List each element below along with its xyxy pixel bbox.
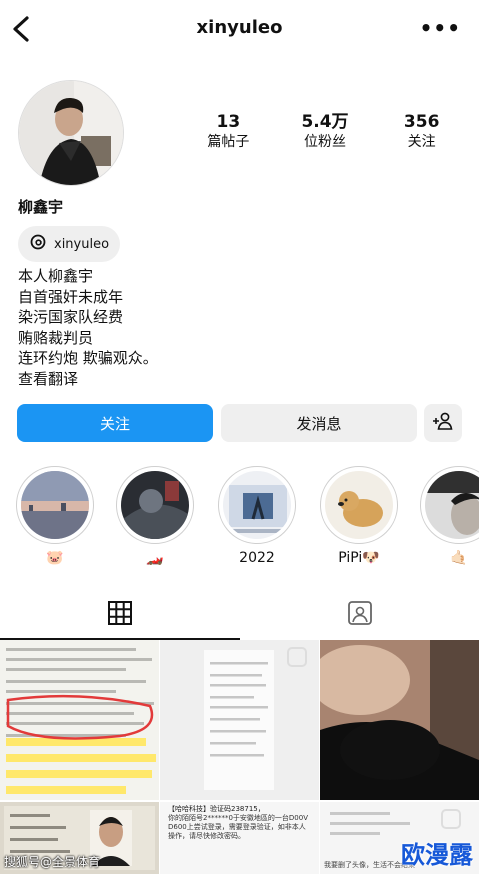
- highlight-thumbnail: [121, 471, 189, 539]
- profile-bio: 本人柳鑫宇 自首强奸未成年 染污国家队经费 贿赂裁判员 连环约炮 欺骗观众。 查…: [18, 266, 158, 389]
- profile-username: xinyuleo: [196, 17, 283, 38]
- stat-value: 13: [216, 112, 241, 132]
- follow-button[interactable]: 关注: [17, 404, 213, 442]
- grid-post[interactable]: 【哈哈科技】验证码238715， 你的陌陌号2******0于安徽地區的一台D0…: [160, 802, 319, 874]
- add-user-icon: [432, 412, 454, 434]
- message-button[interactable]: 发消息: [221, 404, 417, 442]
- story-highlight[interactable]: PiPi🐶: [320, 466, 398, 568]
- highlight-thumbnail: [425, 471, 479, 539]
- posts-grid: 【哈哈科技】验证码238715， 你的陌陌号2******0于安徽地區的一台D0…: [0, 640, 479, 874]
- grid-post[interactable]: [0, 640, 159, 800]
- profile-stats: 13 篇帖子 5.4万 位粉丝 356 关注: [180, 112, 470, 152]
- story-highlight[interactable]: 🤙🏻: [420, 466, 479, 568]
- bio-line: 连环约炮 欺骗观众。: [18, 349, 158, 367]
- bio-line: 自首强奸未成年: [18, 287, 124, 306]
- highlight-thumbnail: [325, 471, 393, 539]
- grid-post[interactable]: [160, 640, 319, 800]
- stat-label: 篇帖子: [207, 134, 250, 150]
- threads-badge[interactable]: xinyuleo: [18, 226, 120, 262]
- bio-line: 本人柳鑫宇: [18, 267, 94, 285]
- grid-icon: [107, 600, 133, 630]
- tab-tagged[interactable]: [240, 590, 479, 640]
- highlight-caption: 🤙🏻: [450, 550, 468, 566]
- highlight-thumbnail: [223, 471, 291, 539]
- stat-value: 356: [403, 112, 440, 132]
- story-highlight[interactable]: 2022: [218, 466, 296, 568]
- profile-tabs: [0, 590, 479, 640]
- stat-label: 关注: [407, 134, 436, 150]
- display-name: 柳鑫宇: [18, 198, 64, 216]
- highlight-caption: PiPi🐶: [338, 550, 380, 566]
- tab-posts-grid[interactable]: [0, 590, 240, 640]
- bio-line: 贿赂裁判员: [18, 328, 94, 347]
- highlight-caption: 🐷: [46, 550, 64, 566]
- stat-following[interactable]: 356 关注: [373, 112, 470, 152]
- stat-label: 位粉丝: [304, 134, 346, 150]
- add-user-button[interactable]: [424, 404, 462, 442]
- story-highlight[interactable]: 🏎️: [116, 466, 194, 568]
- stat-posts[interactable]: 13 篇帖子: [180, 112, 277, 152]
- top-bar: xinyuleo •••: [0, 0, 479, 58]
- highlight-thumbnail: [21, 471, 89, 539]
- stat-followers[interactable]: 5.4万 位粉丝: [277, 112, 374, 152]
- watermark-left: 搜狐号@全景体育: [4, 855, 101, 869]
- grid-post[interactable]: [320, 640, 479, 800]
- threads-label: xinyuleo: [54, 236, 110, 252]
- watermark-right: 欧漫露: [401, 841, 473, 869]
- highlight-caption: 🏎️: [146, 550, 164, 566]
- see-translation-link[interactable]: 查看翻译: [18, 369, 158, 390]
- bio-line: 染污国家队经费: [18, 308, 124, 326]
- tagged-icon: [347, 600, 373, 630]
- highlight-caption: 2022: [239, 550, 275, 566]
- stat-value: 5.4万: [301, 112, 349, 132]
- more-horizontal-icon[interactable]: •••: [420, 16, 461, 40]
- post-text: 你的陌陌号2******0于安徽地區的一台D00V D600上尝试登录，需要登录…: [168, 814, 308, 840]
- threads-icon: [30, 234, 46, 254]
- post-text: 【哈哈科技】验证码238715，: [168, 805, 265, 813]
- avatar[interactable]: [18, 80, 124, 186]
- story-highlight[interactable]: 🐷: [16, 466, 94, 568]
